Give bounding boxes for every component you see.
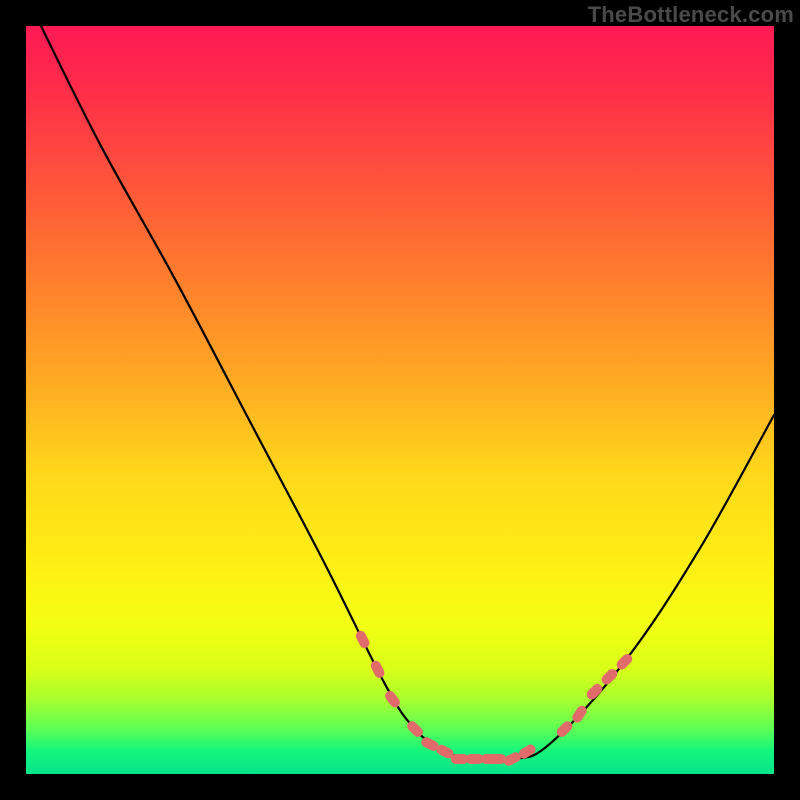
highlight-marker — [555, 719, 575, 739]
highlight-markers-group — [354, 629, 634, 767]
highlight-marker — [600, 667, 620, 687]
highlight-marker — [420, 736, 441, 753]
highlight-marker — [517, 743, 538, 761]
highlight-marker — [435, 743, 456, 760]
highlight-marker — [451, 754, 469, 764]
highlight-marker — [488, 754, 506, 764]
highlight-marker — [466, 754, 484, 764]
highlight-marker — [481, 754, 499, 764]
chart-svg — [26, 26, 774, 774]
chart-plot-area — [26, 26, 774, 774]
bottleneck-curve-path — [41, 26, 774, 761]
highlight-marker — [570, 704, 588, 725]
highlight-marker — [354, 629, 371, 650]
highlight-marker — [585, 682, 605, 702]
highlight-marker — [615, 652, 635, 672]
highlight-marker — [369, 659, 386, 680]
highlight-marker — [383, 689, 402, 709]
highlight-marker — [502, 750, 523, 767]
watermark-text: TheBottleneck.com — [588, 2, 794, 28]
chart-frame: TheBottleneck.com — [0, 0, 800, 800]
highlight-marker — [405, 719, 425, 739]
